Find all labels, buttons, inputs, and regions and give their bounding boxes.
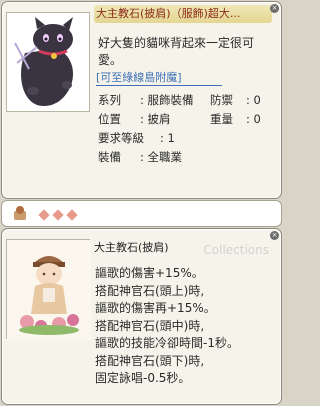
card-info-panel: Collections 大主教石(披肩) × 謳歌的傷害+15%。 搭配神官石(… bbox=[1, 228, 282, 405]
attribute-value: : 1 bbox=[160, 131, 175, 145]
card-image bbox=[6, 239, 91, 340]
attribute-key: 位置 bbox=[98, 112, 121, 126]
item-info-panel: Collections 大主教石(披肩)（服飾)超大... × 好大隻的貓咪背起… bbox=[1, 1, 282, 199]
archbishop-figure-icon bbox=[7, 240, 91, 340]
attribute-key: 要求等級 bbox=[98, 131, 144, 145]
effect-line: 搭配神官石(頭上)時, bbox=[95, 283, 205, 298]
attribute-row: 要求等級 : 1 bbox=[98, 129, 276, 148]
attribute-key: 系列 bbox=[98, 93, 121, 107]
cat-mantle-icon bbox=[14, 17, 74, 107]
card-effects: 謳歌的傷害+15%。 搭配神官石(頭上)時, 謳歌的傷害再+15%。 搭配神官石… bbox=[95, 265, 275, 388]
enchant-link[interactable]: [可至綠線島附魔] bbox=[96, 70, 222, 86]
attribute-table: 系列 : 服飾裝備 防禦 : 0 位置 : 披肩 重量 : 0 要求等級 : 1… bbox=[98, 91, 276, 167]
attribute-value: : 服飾裝備 bbox=[140, 93, 194, 107]
attribute-value: : 0 bbox=[246, 93, 261, 107]
effect-line: 固定詠唱-0.5秒。 bbox=[95, 371, 191, 385]
item-image bbox=[6, 12, 90, 112]
attribute-key: 防禦 bbox=[210, 93, 233, 107]
effect-line: 搭配神官石(頭下)時, bbox=[95, 353, 205, 368]
attribute-key: 裝備 bbox=[98, 150, 121, 164]
close-icon[interactable]: × bbox=[270, 4, 279, 13]
attribute-value: : 全職業 bbox=[140, 150, 183, 164]
card-slot-strip bbox=[1, 200, 282, 227]
attribute-value: : 0 bbox=[246, 112, 261, 126]
item-description: 好大隻的貓咪背起來一定很可愛。 bbox=[98, 36, 255, 67]
attribute-row: 裝備 : 全職業 bbox=[98, 148, 276, 167]
item-card-icon bbox=[14, 206, 26, 220]
effect-line: 謳歌的傷害+15%。 bbox=[95, 266, 204, 280]
item-title: 大主教石(披肩)（服飾)超大... bbox=[94, 5, 272, 23]
effect-line: 搭配神官石(頭中)時, bbox=[95, 318, 205, 333]
attribute-row: 位置 : 披肩 重量 : 0 bbox=[98, 110, 276, 129]
attribute-key: 重量 bbox=[210, 112, 233, 126]
attribute-value: : 披肩 bbox=[140, 112, 171, 126]
slot-diamond-icon bbox=[38, 209, 50, 221]
effect-line: 謳歌的技能冷卻時間-1秒。 bbox=[95, 336, 239, 350]
effect-line: 謳歌的傷害再+15%。 bbox=[95, 301, 216, 315]
slot-diamond-icon bbox=[52, 209, 64, 221]
attribute-row: 系列 : 服飾裝備 防禦 : 0 bbox=[98, 91, 276, 110]
close-icon[interactable]: × bbox=[270, 231, 279, 240]
card-title: 大主教石(披肩) bbox=[94, 241, 169, 254]
slot-diamond-icon bbox=[66, 209, 78, 221]
